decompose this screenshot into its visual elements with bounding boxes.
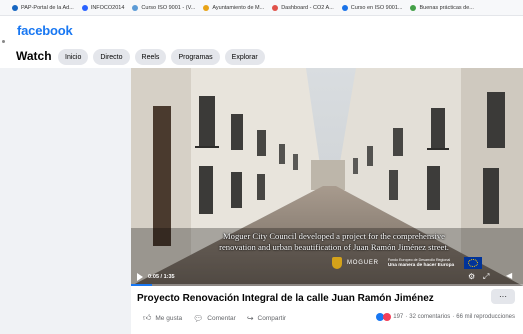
bookmark-favicon-icon bbox=[81, 4, 88, 11]
bookmark-item[interactable]: Dashboard - CO2 A... bbox=[272, 4, 334, 11]
bookmark-favicon-icon bbox=[203, 4, 210, 11]
comment-button[interactable]: 💬︎ Comentar bbox=[193, 313, 236, 323]
bookmark-item[interactable]: PAP-Portal de la Ad... bbox=[12, 4, 74, 11]
more-options-button[interactable]: ··· bbox=[491, 289, 515, 304]
bookmark-item[interactable]: Ayuntamiento de M... bbox=[203, 4, 264, 11]
progress-fill bbox=[131, 284, 152, 286]
volume-icon[interactable]: ◀ bbox=[506, 271, 512, 280]
feder-text: Fondo Europeo de Desarrollo Regional Una… bbox=[387, 257, 455, 269]
video-subtitle: Moguer City Council developed a project … bbox=[219, 231, 449, 252]
settings-gear-icon[interactable]: ⚙ bbox=[468, 272, 475, 281]
watch-tabs: Inicio Directo Reels Programas Explorar bbox=[58, 49, 265, 65]
video-title[interactable]: Proyecto Renovación Integral de la calle… bbox=[137, 293, 434, 304]
tab-reels[interactable]: Reels bbox=[134, 49, 167, 65]
window-edge-dot bbox=[2, 40, 5, 43]
tab-directo[interactable]: Directo bbox=[93, 49, 130, 65]
share-button[interactable]: ↪ Compartir bbox=[247, 313, 286, 323]
bookmark-favicon-icon bbox=[341, 4, 348, 11]
comments-count[interactable]: 32 comentarios bbox=[409, 314, 450, 320]
views-count: 66 mil reproducciones bbox=[456, 314, 515, 320]
left-panel bbox=[0, 68, 131, 334]
bookmark-favicon-icon bbox=[410, 4, 417, 11]
bookmark-favicon-icon bbox=[12, 4, 18, 11]
bookmarks-bar: PAP-Portal de la Ad... INFOCO2014 Curso … bbox=[0, 0, 523, 16]
bookmark-favicon-icon bbox=[272, 4, 279, 11]
fullscreen-icon[interactable]: ⤢ bbox=[483, 272, 489, 282]
share-icon: ↪ bbox=[246, 313, 254, 323]
play-icon[interactable] bbox=[137, 273, 143, 281]
facebook-logo[interactable]: facebook bbox=[17, 23, 73, 38]
thumbs-up-icon: 👍︎ bbox=[143, 313, 152, 322]
reactions-count[interactable]: 197 bbox=[393, 314, 403, 320]
post-stats: 197 · 32 comentarios · 66 mil reproducci… bbox=[376, 313, 515, 321]
bookmark-item[interactable]: INFOCO2014 bbox=[81, 4, 124, 11]
like-button[interactable]: 👍︎ Me gusta bbox=[143, 313, 182, 323]
comment-icon: 💬︎ bbox=[193, 313, 204, 323]
video-frame bbox=[131, 68, 523, 286]
tab-inicio[interactable]: Inicio bbox=[58, 49, 89, 65]
bookmark-item[interactable]: Buenas prácticas de... bbox=[410, 4, 474, 11]
video-player[interactable]: Moguer City Council developed a project … bbox=[131, 68, 523, 286]
progress-bar[interactable] bbox=[131, 284, 523, 286]
tab-programas[interactable]: Programas bbox=[171, 49, 220, 65]
page-title: Watch bbox=[16, 49, 52, 63]
bookmark-item[interactable]: Curso en ISO 9001... bbox=[341, 4, 402, 11]
love-reaction-icon bbox=[383, 313, 392, 321]
tab-explorar[interactable]: Explorar bbox=[224, 49, 265, 65]
bookmark-item[interactable]: Curso ISO 9001 - (V... bbox=[132, 4, 195, 11]
video-time: 0:05 / 1:35 bbox=[148, 274, 175, 280]
bookmark-favicon-icon bbox=[132, 4, 139, 11]
post-actions: 👍︎ Me gusta 💬︎ Comentar ↪ Compartir bbox=[143, 313, 286, 323]
